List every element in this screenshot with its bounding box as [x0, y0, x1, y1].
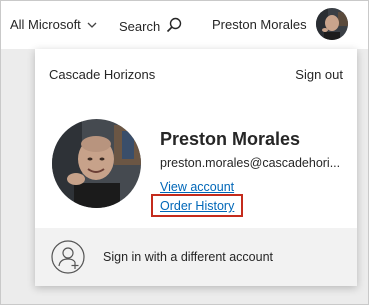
- all-microsoft-label: All Microsoft: [10, 17, 81, 32]
- header-user-name-label: Preston Morales: [212, 17, 307, 32]
- add-person-icon: [51, 240, 85, 274]
- highlight-annotation: [151, 194, 243, 217]
- avatar[interactable]: [316, 8, 348, 40]
- chevron-down-icon: [87, 17, 97, 32]
- user-display-name: Preston Morales: [160, 129, 301, 149]
- user-email: preston.morales@cascadehori...: [160, 156, 341, 170]
- search-label: Search: [119, 19, 161, 34]
- organization-name: Cascade Horizons: [49, 67, 156, 82]
- view-account-link[interactable]: View account: [160, 180, 234, 194]
- all-microsoft-menu[interactable]: All Microsoft: [10, 17, 97, 32]
- search-button[interactable]: Search: [119, 17, 182, 36]
- window-frame: All Microsoft Search Preston Morales Cas…: [0, 0, 369, 305]
- profile-photo: [52, 119, 141, 208]
- header-user-name[interactable]: Preston Morales: [212, 17, 307, 32]
- top-bar: All Microsoft Search Preston Morales: [1, 1, 368, 49]
- search-icon: [166, 17, 182, 36]
- account-panel: Cascade Horizons Sign out Preston Morale…: [35, 49, 357, 286]
- sign-in-different-account-button[interactable]: Sign in with a different account: [35, 228, 357, 286]
- sign-in-different-account-label: Sign in with a different account: [103, 250, 274, 264]
- sign-out-link[interactable]: Sign out: [295, 67, 343, 82]
